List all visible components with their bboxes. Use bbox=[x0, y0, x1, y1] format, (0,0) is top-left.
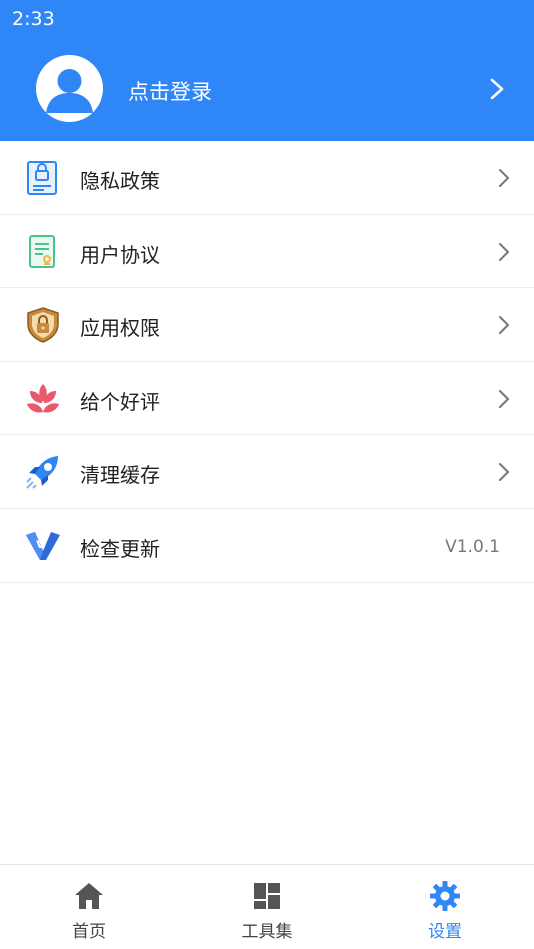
tab-home[interactable]: 首页 bbox=[0, 865, 178, 949]
menu-item-clear-cache[interactable]: 清理缓存 bbox=[0, 435, 534, 509]
rating-flower-icon bbox=[24, 380, 62, 418]
menu-item-check-update[interactable]: v 检查更新 V1.0.1 bbox=[0, 509, 534, 583]
menu-item-rate-app[interactable]: 给个好评 bbox=[0, 362, 534, 436]
privacy-lock-icon bbox=[24, 159, 62, 197]
chevron-right-icon bbox=[497, 315, 511, 335]
settings-menu: 隐私政策 用户协议 应用权限 给个好评 清理缓存 v 检查更新 V1.0.1 bbox=[0, 141, 534, 583]
menu-item-label: 清理缓存 bbox=[80, 463, 160, 488]
chevron-right-icon bbox=[497, 168, 511, 188]
tab-label: 工具集 bbox=[241, 922, 293, 942]
gear-icon bbox=[429, 880, 461, 912]
menu-item-user-agreement[interactable]: 用户协议 bbox=[0, 215, 534, 289]
permission-shield-icon bbox=[24, 306, 62, 344]
menu-item-label: 应用权限 bbox=[80, 316, 160, 341]
avatar-icon[interactable] bbox=[36, 55, 103, 122]
tab-label: 首页 bbox=[72, 922, 106, 942]
svg-text:v: v bbox=[36, 537, 45, 552]
chevron-right-icon bbox=[497, 389, 511, 409]
menu-item-app-permissions[interactable]: 应用权限 bbox=[0, 288, 534, 362]
menu-item-label: 用户协议 bbox=[80, 242, 160, 267]
menu-item-privacy-policy[interactable]: 隐私政策 bbox=[0, 141, 534, 215]
cleanup-rocket-icon bbox=[24, 453, 62, 491]
chevron-right-icon[interactable] bbox=[488, 78, 506, 100]
menu-item-label: 给个好评 bbox=[80, 389, 160, 414]
login-prompt[interactable]: 点击登录 bbox=[128, 76, 212, 106]
status-bar-time: 2:33 bbox=[12, 8, 55, 30]
grid-tools-icon bbox=[251, 880, 283, 912]
tab-label: 设置 bbox=[428, 922, 462, 942]
agreement-document-icon bbox=[24, 233, 62, 271]
menu-item-label: 隐私政策 bbox=[80, 169, 160, 193]
account-header[interactable]: 2:33 点击登录 bbox=[0, 0, 534, 141]
version-value: V1.0.1 bbox=[445, 536, 500, 557]
tab-settings[interactable]: 设置 bbox=[356, 865, 534, 949]
chevron-right-icon bbox=[497, 462, 511, 482]
tab-tools[interactable]: 工具集 bbox=[178, 865, 356, 949]
update-v-icon: v bbox=[24, 527, 62, 565]
chevron-right-icon bbox=[497, 242, 511, 262]
menu-item-label: 检查更新 bbox=[80, 536, 160, 561]
home-icon bbox=[73, 880, 105, 912]
bottom-tab-bar: 首页 工具集 设置 bbox=[0, 864, 534, 949]
